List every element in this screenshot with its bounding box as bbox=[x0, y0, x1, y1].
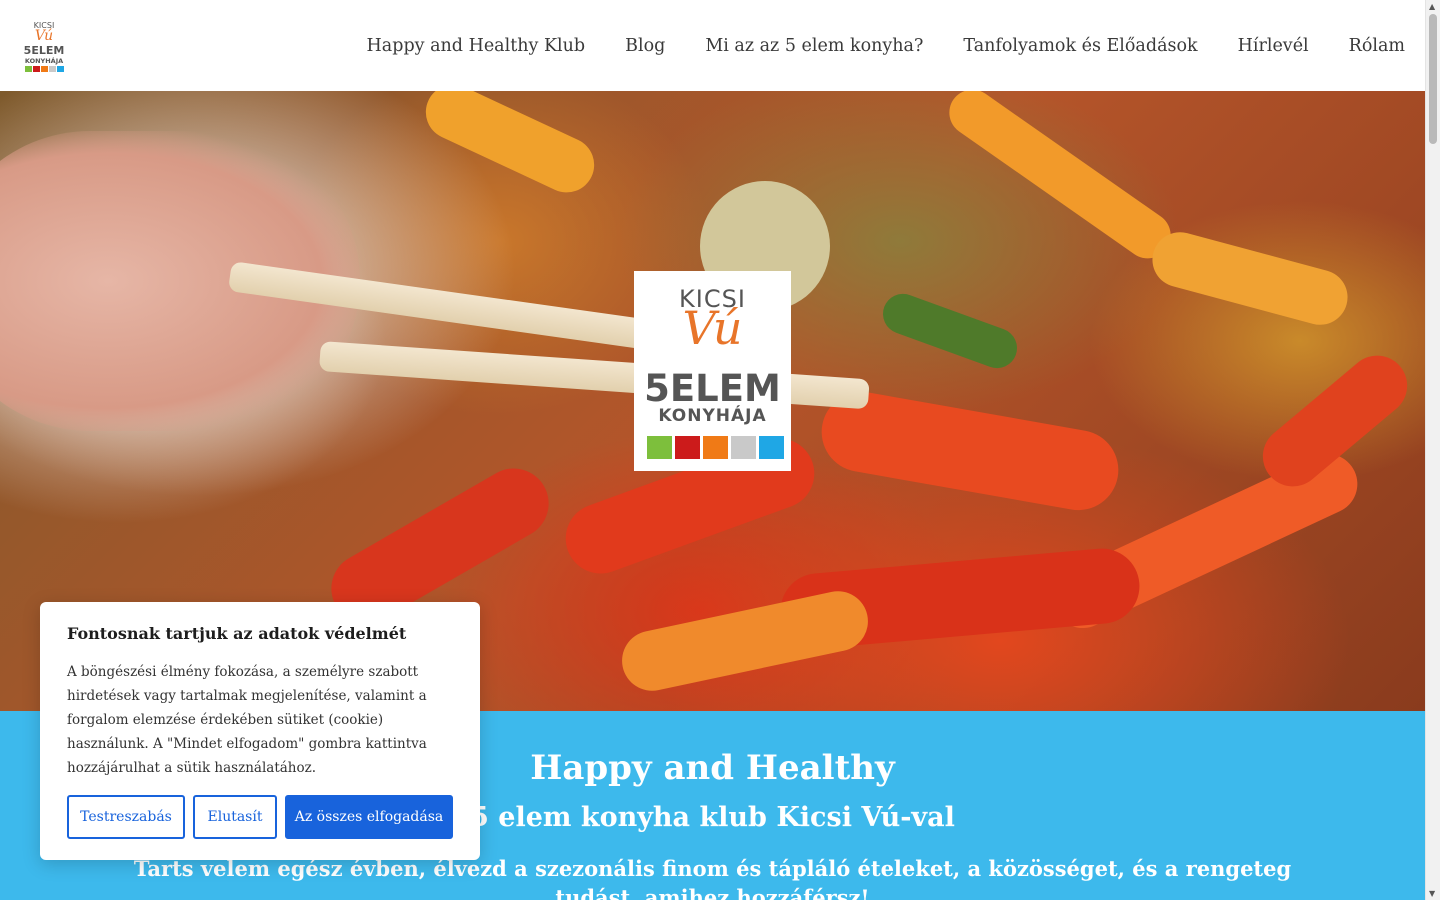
svg-text:Vú: Vú bbox=[35, 28, 53, 44]
hero-food-shape bbox=[877, 288, 1023, 374]
color-square bbox=[675, 436, 700, 459]
cookie-reject-button[interactable]: Elutasít bbox=[193, 795, 277, 839]
nav-item-hirlevel[interactable]: Hírlevél bbox=[1238, 36, 1309, 56]
nav-item-rolam[interactable]: Rólam bbox=[1349, 36, 1405, 56]
cookie-accept-all-button[interactable]: Az összes elfogadása bbox=[285, 795, 453, 839]
site-header: KICSI Vú 5ELEM KONYHÁJA Happy and Health… bbox=[0, 0, 1425, 91]
site-logo[interactable]: KICSI Vú 5ELEM KONYHÁJA bbox=[22, 18, 66, 74]
hero-food-shape bbox=[940, 91, 1180, 268]
color-square bbox=[731, 436, 756, 459]
svg-text:5ELEM: 5ELEM bbox=[24, 44, 65, 57]
hero-logo-konyhaja: KONYHÁJA bbox=[658, 406, 767, 426]
svg-text:KONYHÁJA: KONYHÁJA bbox=[25, 56, 63, 65]
nav-item-tanfolyamok[interactable]: Tanfolyamok és Előadások bbox=[963, 36, 1197, 56]
page-scrollbar[interactable]: ▲ ▼ bbox=[1425, 0, 1440, 900]
scrollbar-thumb[interactable] bbox=[1429, 14, 1437, 144]
cookie-text: A böngészési élmény fokozása, a személyr… bbox=[67, 664, 427, 776]
hero-logo: KICSI Vú 5ELEM KONYHÁJA bbox=[634, 271, 791, 471]
section-text: Tarts velem egész évben, élvezd a szezon… bbox=[133, 856, 1292, 900]
hero-food-shape bbox=[1146, 226, 1354, 331]
scroll-down-arrow-icon[interactable]: ▼ bbox=[1429, 889, 1435, 898]
hero-logo-vu: Vú bbox=[682, 301, 743, 355]
hero-logo-color-squares bbox=[647, 436, 784, 459]
cookie-consent-dialog: Fontosnak tartjuk az adatok védelmét A b… bbox=[40, 602, 480, 860]
color-square bbox=[647, 436, 672, 459]
main-nav: Happy and Healthy Klub Blog Mi az az 5 e… bbox=[327, 0, 1405, 91]
cookie-title: Fontosnak tartjuk az adatok védelmét bbox=[67, 624, 407, 643]
cookie-customize-button[interactable]: Testreszabás bbox=[67, 795, 185, 839]
nav-item-happy-and-healthy-klub[interactable]: Happy and Healthy Klub bbox=[367, 36, 586, 56]
color-square bbox=[703, 436, 728, 459]
nav-item-5-elem-konyha[interactable]: Mi az az 5 elem konyha? bbox=[705, 36, 923, 56]
hero-food-shape bbox=[416, 91, 604, 202]
color-square bbox=[759, 436, 784, 459]
logo-graphic: KICSI Vú 5ELEM KONYHÁJA bbox=[24, 21, 65, 72]
hero-food-shape bbox=[616, 585, 874, 697]
nav-item-blog[interactable]: Blog bbox=[625, 36, 665, 56]
scroll-up-arrow-icon[interactable]: ▲ bbox=[1429, 2, 1435, 11]
hero-logo-5elem: 5ELEM bbox=[644, 367, 781, 410]
